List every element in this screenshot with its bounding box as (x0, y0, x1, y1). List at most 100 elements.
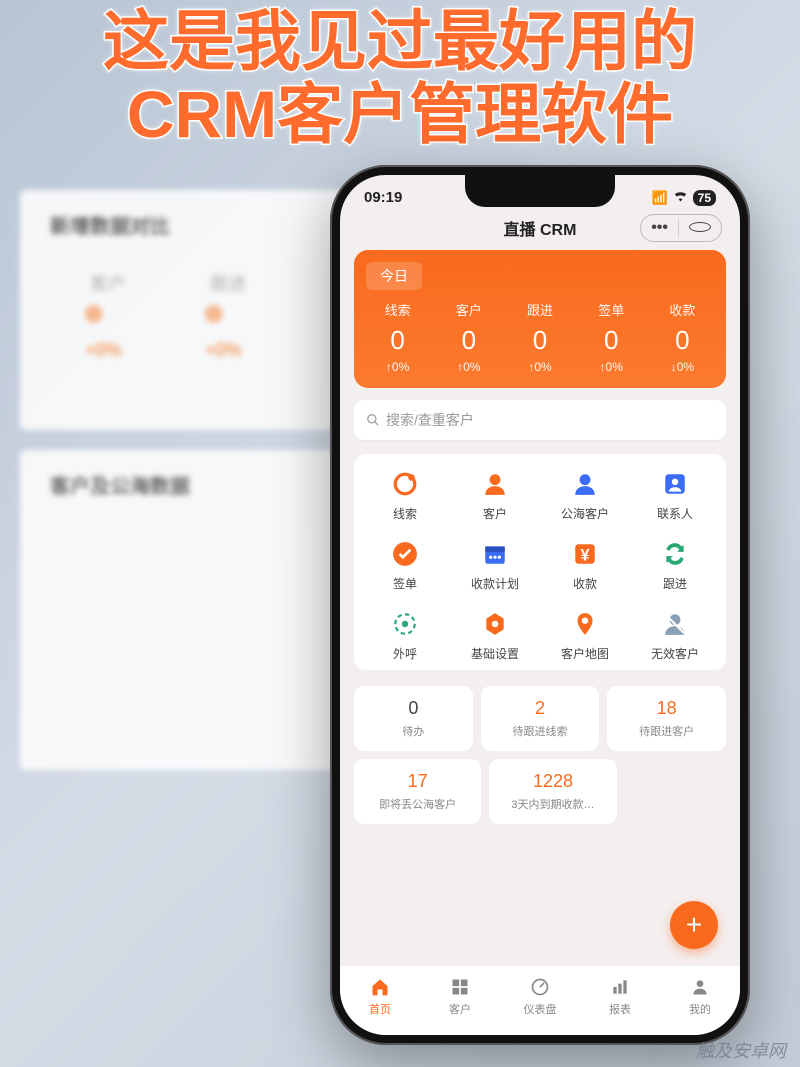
grid-item-receipt[interactable]: ¥ 收款 (540, 538, 630, 592)
today-stat-1[interactable]: 客户 0 ↑0% (433, 300, 504, 374)
tile-4[interactable]: 1228 3天内到期收款… (489, 759, 616, 824)
stat-value: 0 (576, 325, 647, 356)
battery-icon: 75 (693, 190, 716, 206)
tab-bar: 首页 客户 仪表盘 报表 我的 (340, 965, 740, 1035)
stat-label: 客户 (433, 300, 504, 319)
stat-delta: ↑0% (576, 360, 647, 374)
today-label: 今日 (366, 262, 422, 290)
search-icon (366, 413, 380, 427)
tab-label: 报表 (609, 1001, 631, 1017)
tab-label: 仪表盘 (524, 1001, 557, 1017)
call-icon (389, 608, 421, 640)
grid-item-leads[interactable]: 线索 (360, 468, 450, 522)
svg-text:¥: ¥ (580, 547, 589, 565)
dashboard-icon (529, 976, 551, 998)
grid-item-invalid[interactable]: 无效客户 (630, 608, 720, 662)
tile-2[interactable]: 18 待跟进客户 (607, 686, 726, 751)
tile-number: 2 (487, 698, 594, 719)
grid-item-label: 跟进 (663, 575, 687, 592)
wifi-icon (673, 190, 688, 205)
grid-item-label: 外呼 (393, 645, 417, 662)
pool-icon (569, 468, 601, 500)
today-stat-2[interactable]: 跟进 0 ↑0% (504, 300, 575, 374)
grid-item-label: 收款 (573, 575, 597, 592)
tile-0[interactable]: 0 待办 (354, 686, 473, 751)
stat-label: 跟进 (504, 300, 575, 319)
add-button[interactable]: + (670, 901, 718, 949)
grid-item-label: 签单 (393, 575, 417, 592)
tab-label: 我的 (689, 1001, 711, 1017)
tab-customers[interactable]: 客户 (420, 966, 500, 1027)
phone-screen: 09:19 📶 75 直播 CRM ••• 今日 线索 0 (340, 175, 740, 1035)
watermark: 触及安卓网 (696, 1037, 786, 1063)
tab-dashboard[interactable]: 仪表盘 (500, 966, 580, 1027)
today-stat-0[interactable]: 线索 0 ↑0% (362, 300, 433, 374)
customers-icon (479, 468, 511, 500)
tab-home[interactable]: 首页 (340, 966, 420, 1027)
grid-item-follow[interactable]: 跟进 (630, 538, 720, 592)
today-stat-3[interactable]: 签单 0 ↑0% (576, 300, 647, 374)
grid-item-deals[interactable]: 签单 (360, 538, 450, 592)
phone-frame: 09:19 📶 75 直播 CRM ••• 今日 线索 0 (330, 165, 750, 1045)
tile-number: 0 (360, 698, 467, 719)
grid-item-label: 线索 (393, 505, 417, 522)
today-stat-4[interactable]: 收款 0 ↓0% (647, 300, 718, 374)
tile-1[interactable]: 2 待跟进线索 (481, 686, 600, 751)
reports-icon (609, 976, 631, 998)
today-summary-card[interactable]: 今日 线索 0 ↑0%客户 0 ↑0%跟进 0 ↑0%签单 0 ↑0%收款 0 … (354, 250, 726, 388)
grid-item-plan[interactable]: 收款计划 (450, 538, 540, 592)
deals-icon (389, 538, 421, 570)
me-icon (689, 976, 711, 998)
tab-label: 首页 (369, 1001, 391, 1017)
grid-item-label: 基础设置 (471, 645, 519, 662)
grid-item-contacts[interactable]: 联系人 (630, 468, 720, 522)
grid-item-label: 联系人 (657, 505, 693, 522)
feature-grid: 线索 客户 公海客户 联系人 签单 收款计划 ¥ 收款 跟进 外呼 基础设置 客户… (354, 454, 726, 670)
promo-headline: 这是我见过最好用的 CRM客户管理软件 (0, 5, 800, 150)
stat-label: 收款 (647, 300, 718, 319)
grid-item-map[interactable]: 客户地图 (540, 608, 630, 662)
stat-delta: ↑0% (433, 360, 504, 374)
notch (465, 175, 615, 207)
home-icon (369, 976, 391, 998)
stat-value: 0 (504, 325, 575, 356)
map-icon (569, 608, 601, 640)
plan-icon (479, 538, 511, 570)
close-icon[interactable] (679, 219, 721, 237)
follow-icon (659, 538, 691, 570)
app-title-bar: 直播 CRM ••• (340, 210, 740, 250)
tile-number: 18 (613, 698, 720, 719)
grid-item-label: 收款计划 (471, 575, 519, 592)
stat-label: 签单 (576, 300, 647, 319)
tile-number: 17 (360, 771, 475, 792)
stat-value: 0 (647, 325, 718, 356)
more-icon[interactable]: ••• (641, 219, 678, 237)
tile-caption: 待跟进线索 (487, 723, 594, 739)
stat-delta: ↑0% (362, 360, 433, 374)
status-time: 09:19 (364, 189, 402, 206)
grid-item-label: 客户地图 (561, 645, 609, 662)
search-input[interactable]: 搜索/查重客户 (354, 400, 726, 440)
miniprogram-menu[interactable]: ••• (640, 214, 722, 242)
tile-caption: 待办 (360, 723, 467, 739)
tab-reports[interactable]: 报表 (580, 966, 660, 1027)
tile-3[interactable]: 17 即将丢公海客户 (354, 759, 481, 824)
grid-item-settings[interactable]: 基础设置 (450, 608, 540, 662)
summary-tiles: 0 待办2 待跟进线索18 待跟进客户 (354, 686, 726, 751)
leads-icon (389, 468, 421, 500)
customers-icon (449, 976, 471, 998)
tile-caption: 3天内到期收款… (495, 796, 610, 812)
tile-caption: 即将丢公海客户 (360, 796, 475, 812)
settings-icon (479, 608, 511, 640)
grid-item-label: 公海客户 (561, 505, 609, 522)
grid-item-pool[interactable]: 公海客户 (540, 468, 630, 522)
grid-item-customers[interactable]: 客户 (450, 468, 540, 522)
grid-item-call[interactable]: 外呼 (360, 608, 450, 662)
app-title: 直播 CRM (504, 216, 577, 240)
signal-icon: 📶 (651, 190, 667, 206)
receipt-icon: ¥ (569, 538, 601, 570)
search-placeholder: 搜索/查重客户 (386, 410, 474, 430)
contacts-icon (659, 468, 691, 500)
stat-label: 线索 (362, 300, 433, 319)
tab-me[interactable]: 我的 (660, 966, 740, 1027)
